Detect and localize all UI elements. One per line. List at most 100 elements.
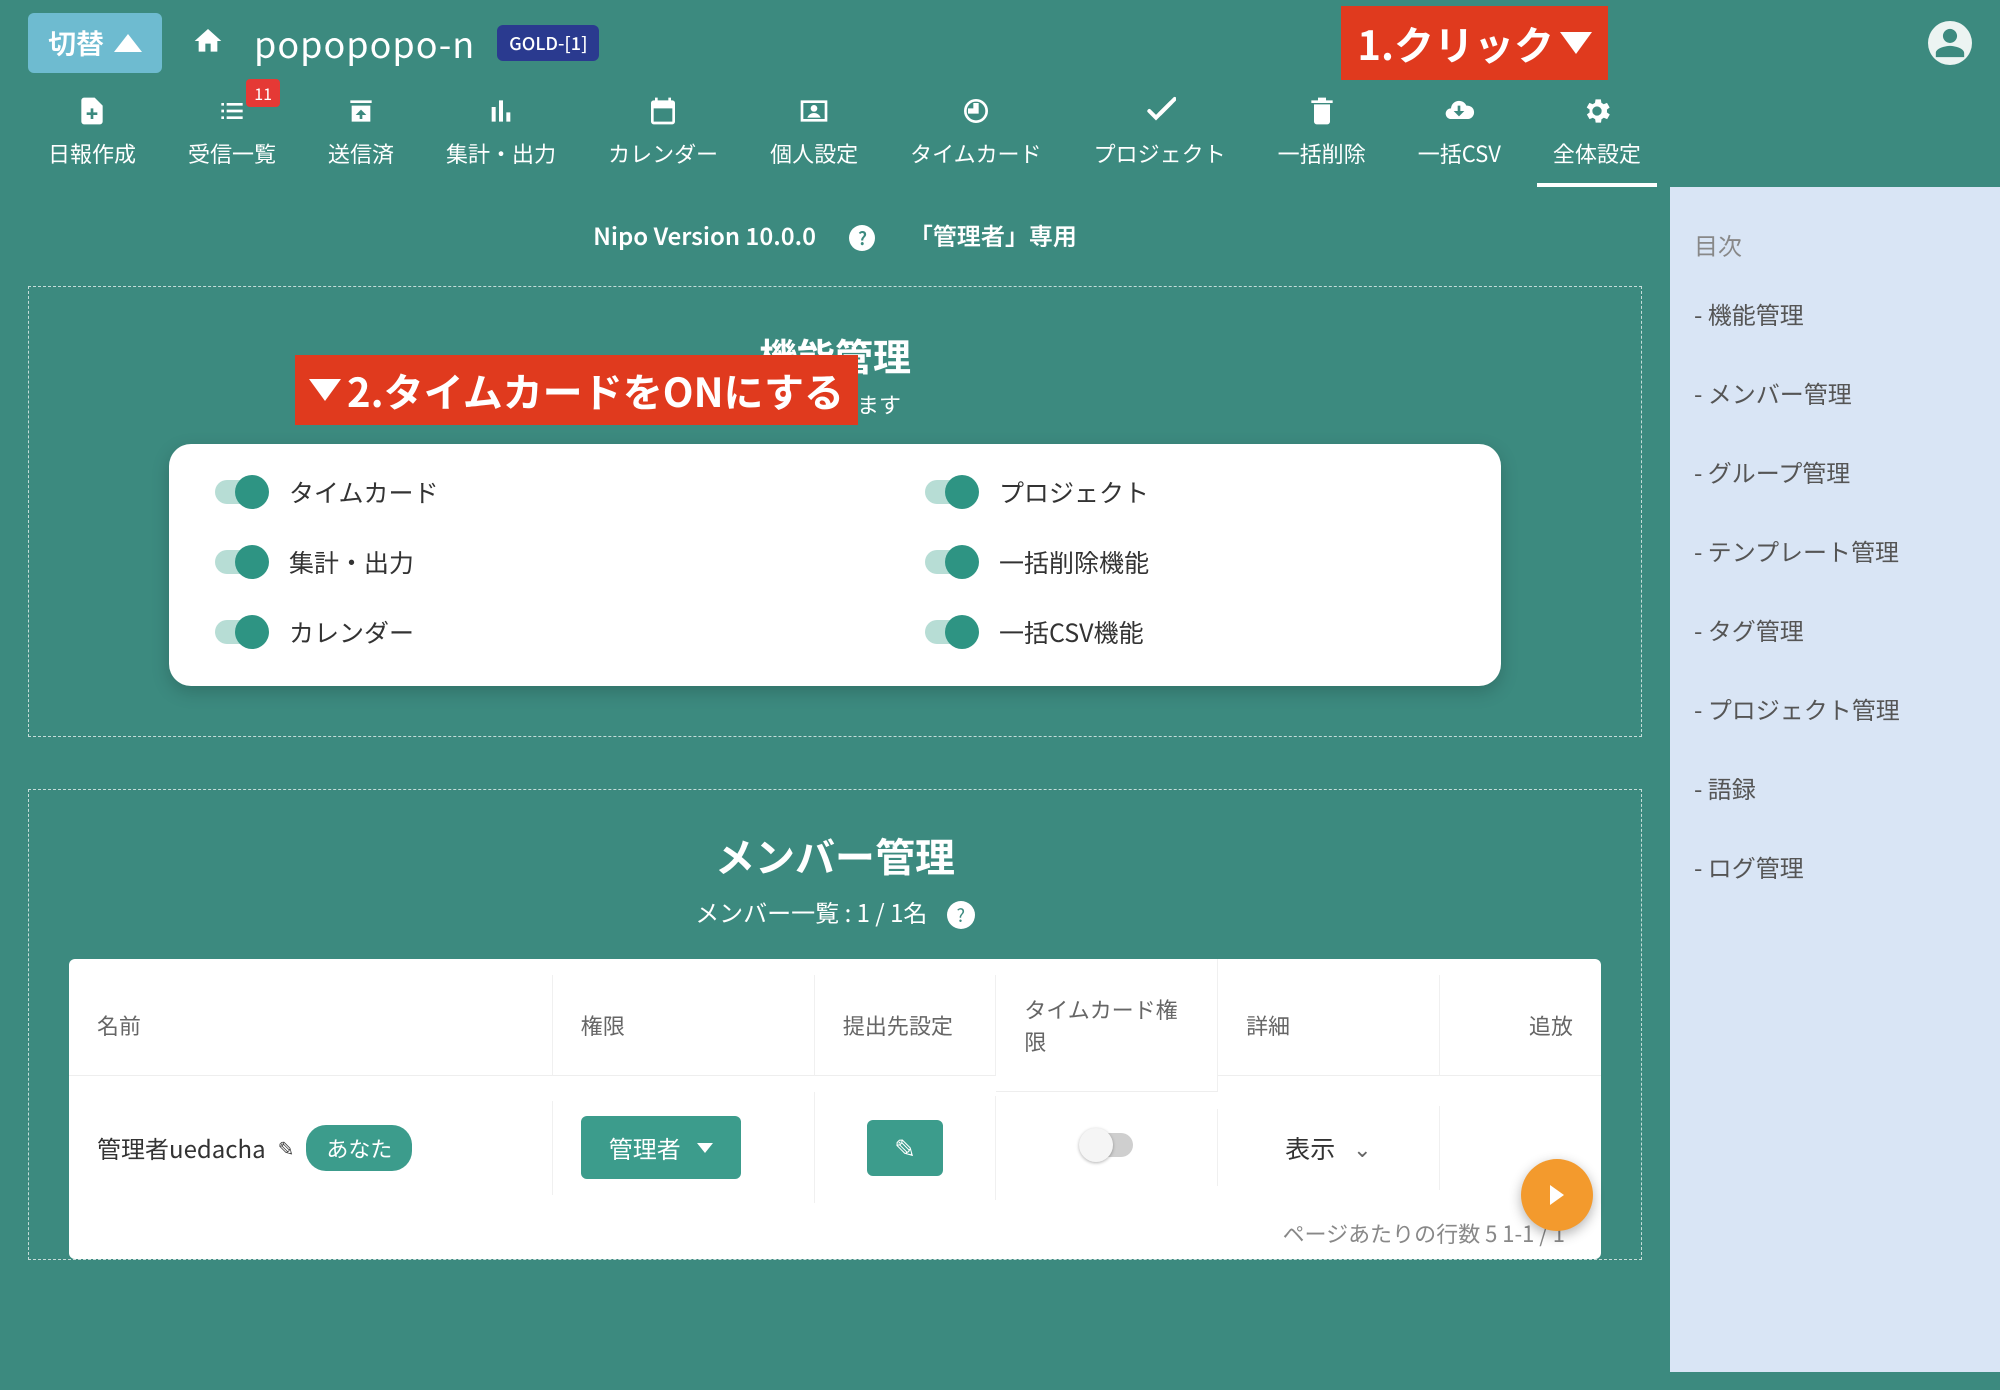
gear-icon xyxy=(1553,93,1641,129)
timer-icon xyxy=(910,93,1042,129)
toggle-bulkcsv[interactable] xyxy=(925,620,977,644)
callout-click: 1.クリック xyxy=(1341,6,1608,80)
chart-icon xyxy=(446,93,556,129)
col-role: 権限 xyxy=(553,975,815,1076)
nav-project[interactable]: プロジェクト xyxy=(1068,85,1252,187)
home-icon[interactable] xyxy=(192,18,224,67)
toc-link-glossary[interactable]: - 語録 xyxy=(1694,770,1976,805)
cell-timecard-perm xyxy=(996,1109,1218,1186)
nav-inbox[interactable]: 11 受信一覧 xyxy=(162,85,302,187)
col-dest: 提出先設定 xyxy=(815,975,996,1076)
cell-detail: 表示 ⌄ xyxy=(1218,1106,1440,1190)
toggle-label: 一括CSV機能 xyxy=(999,614,1144,650)
col-timecard: タイムカード権限 xyxy=(996,959,1218,1092)
play-icon xyxy=(1550,1185,1564,1205)
nav-global-settings[interactable]: 全体設定 xyxy=(1527,85,1667,187)
toc-link-project[interactable]: - プロジェクト管理 xyxy=(1694,691,1976,726)
toggle-row-aggregate: 集計・出力 xyxy=(215,544,745,580)
toc-link-log[interactable]: - ログ管理 xyxy=(1694,849,1976,884)
edit-destination-button[interactable]: ✎ xyxy=(867,1120,943,1176)
toggle-timecard-permission[interactable] xyxy=(1081,1133,1133,1157)
trash-icon xyxy=(1278,93,1366,129)
toc-sidebar: 目次 - 機能管理 - メンバー管理 - グループ管理 - テンプレート管理 -… xyxy=(1670,187,2000,1372)
nav-calendar[interactable]: カレンダー xyxy=(582,85,744,187)
toggle-label: 一括削除機能 xyxy=(999,544,1149,580)
col-name: 名前 xyxy=(69,975,553,1076)
toc-link-member[interactable]: - メンバー管理 xyxy=(1694,375,1976,410)
calendar-icon xyxy=(608,93,718,129)
toggle-row-timecard: タイムカード xyxy=(215,474,745,510)
table-header: 名前 権限 提出先設定 タイムカード権限 詳細 追放 xyxy=(69,959,1601,1092)
account-avatar-button[interactable] xyxy=(1928,21,1972,65)
version-text: Nipo Version 10.0.0 xyxy=(593,217,816,252)
inbox-badge: 11 xyxy=(246,79,280,107)
toggle-timecard[interactable] xyxy=(215,480,267,504)
cell-dest: ✎ xyxy=(815,1096,996,1200)
table-row: 管理者uedacha ✎ あなた 管理者 ✎ xyxy=(69,1092,1601,1203)
chevron-down-icon xyxy=(697,1143,713,1153)
switch-label: 切替 xyxy=(48,23,104,63)
toggle-bulkdelete[interactable] xyxy=(925,550,977,574)
member-panel-title: メンバー管理 xyxy=(29,826,1641,884)
edit-name-icon[interactable]: ✎ xyxy=(278,1133,295,1162)
nav-tabs: 日報作成 11 受信一覧 送信済 集計・出力 カレンダー 個人設定 タイムカード… xyxy=(0,85,2000,187)
toggle-calendar[interactable] xyxy=(215,620,267,644)
version-row: Nipo Version 10.0.0 ? 「管理者」専用 xyxy=(0,187,1670,286)
app-title: popopopo-n xyxy=(254,17,475,69)
toggle-project[interactable] xyxy=(925,480,977,504)
fab-button[interactable] xyxy=(1521,1159,1593,1231)
app-header: 切替 popopopo-n GOLD-[1] 1.クリック xyxy=(0,0,2000,85)
triangle-down-icon xyxy=(1560,32,1592,54)
toc-link-feature[interactable]: - 機能管理 xyxy=(1694,296,1976,331)
member-panel: メンバー管理 メンバー一覧 : 1 / 1名 ? 名前 権限 提出先設定 タイム… xyxy=(28,789,1642,1260)
toggle-row-project: プロジェクト xyxy=(925,474,1455,510)
cloud-download-icon xyxy=(1418,93,1501,129)
triangle-down-icon xyxy=(309,379,341,401)
toc-link-group[interactable]: - グループ管理 xyxy=(1694,454,1976,489)
role-select-button[interactable]: 管理者 xyxy=(581,1116,741,1179)
member-panel-subtitle: メンバー一覧 : 1 / 1名 ? xyxy=(29,894,1641,929)
you-chip: あなた xyxy=(306,1125,412,1171)
main-content: Nipo Version 10.0.0 ? 「管理者」専用 機能管理 ッキリしま… xyxy=(0,187,1670,1372)
role-label: 管理者 xyxy=(609,1130,681,1165)
toggle-row-calendar: カレンダー xyxy=(215,614,745,650)
archive-icon xyxy=(328,93,394,129)
gold-badge: GOLD-[1] xyxy=(497,25,599,61)
cell-role: 管理者 xyxy=(553,1092,815,1203)
feature-panel: 機能管理 ッキリします 2.タイムカードをONにする タイムカード プロジェクト xyxy=(28,286,1642,737)
toc-title: 目次 xyxy=(1694,227,1976,262)
help-icon[interactable]: ? xyxy=(849,225,875,251)
callout-timecard-text: 2.タイムカードをONにする xyxy=(347,361,844,419)
admin-only-label: 「管理者」専用 xyxy=(909,217,1077,252)
toggle-row-bulkcsv: 一括CSV機能 xyxy=(925,614,1455,650)
member-table: 名前 権限 提出先設定 タイムカード権限 詳細 追放 管理者uedacha ✎ … xyxy=(69,959,1601,1259)
file-plus-icon xyxy=(48,93,136,129)
nav-sent[interactable]: 送信済 xyxy=(302,85,420,187)
check-icon xyxy=(1094,93,1226,129)
help-icon[interactable]: ? xyxy=(947,901,975,929)
switch-button[interactable]: 切替 xyxy=(28,13,162,73)
detail-expand-button[interactable]: 表示 ⌄ xyxy=(1285,1130,1371,1166)
toggle-label: プロジェクト xyxy=(999,474,1149,510)
cell-name: 管理者uedacha ✎ あなた xyxy=(69,1101,553,1195)
col-expel: 追放 xyxy=(1440,975,1601,1076)
toggle-aggregate[interactable] xyxy=(215,550,267,574)
toc-link-tag[interactable]: - タグ管理 xyxy=(1694,612,1976,647)
nav-bulk-delete[interactable]: 一括削除 xyxy=(1252,85,1392,187)
toc-link-template[interactable]: - テンプレート管理 xyxy=(1694,533,1976,568)
col-detail: 詳細 xyxy=(1218,975,1440,1076)
nav-aggregate[interactable]: 集計・出力 xyxy=(420,85,582,187)
nav-bulk-csv[interactable]: 一括CSV xyxy=(1392,85,1527,187)
member-subtitle-text: メンバー一覧 : 1 / 1名 xyxy=(695,894,927,929)
nav-timecard[interactable]: タイムカード xyxy=(884,85,1068,187)
callout-click-text: 1.クリック xyxy=(1357,14,1554,72)
toggle-label: カレンダー xyxy=(289,614,414,650)
toggle-row-bulkdelete: 一括削除機能 xyxy=(925,544,1455,580)
nav-create-report[interactable]: 日報作成 xyxy=(22,85,162,187)
nav-personal-settings[interactable]: 個人設定 xyxy=(744,85,884,187)
chevron-down-icon: ⌄ xyxy=(1353,1132,1371,1164)
pagination: ページあたりの行数 5 1-1 / 1 xyxy=(69,1203,1601,1259)
toggle-label: 集計・出力 xyxy=(289,544,414,580)
person-icon xyxy=(770,93,858,129)
toggle-label: タイムカード xyxy=(289,474,439,510)
